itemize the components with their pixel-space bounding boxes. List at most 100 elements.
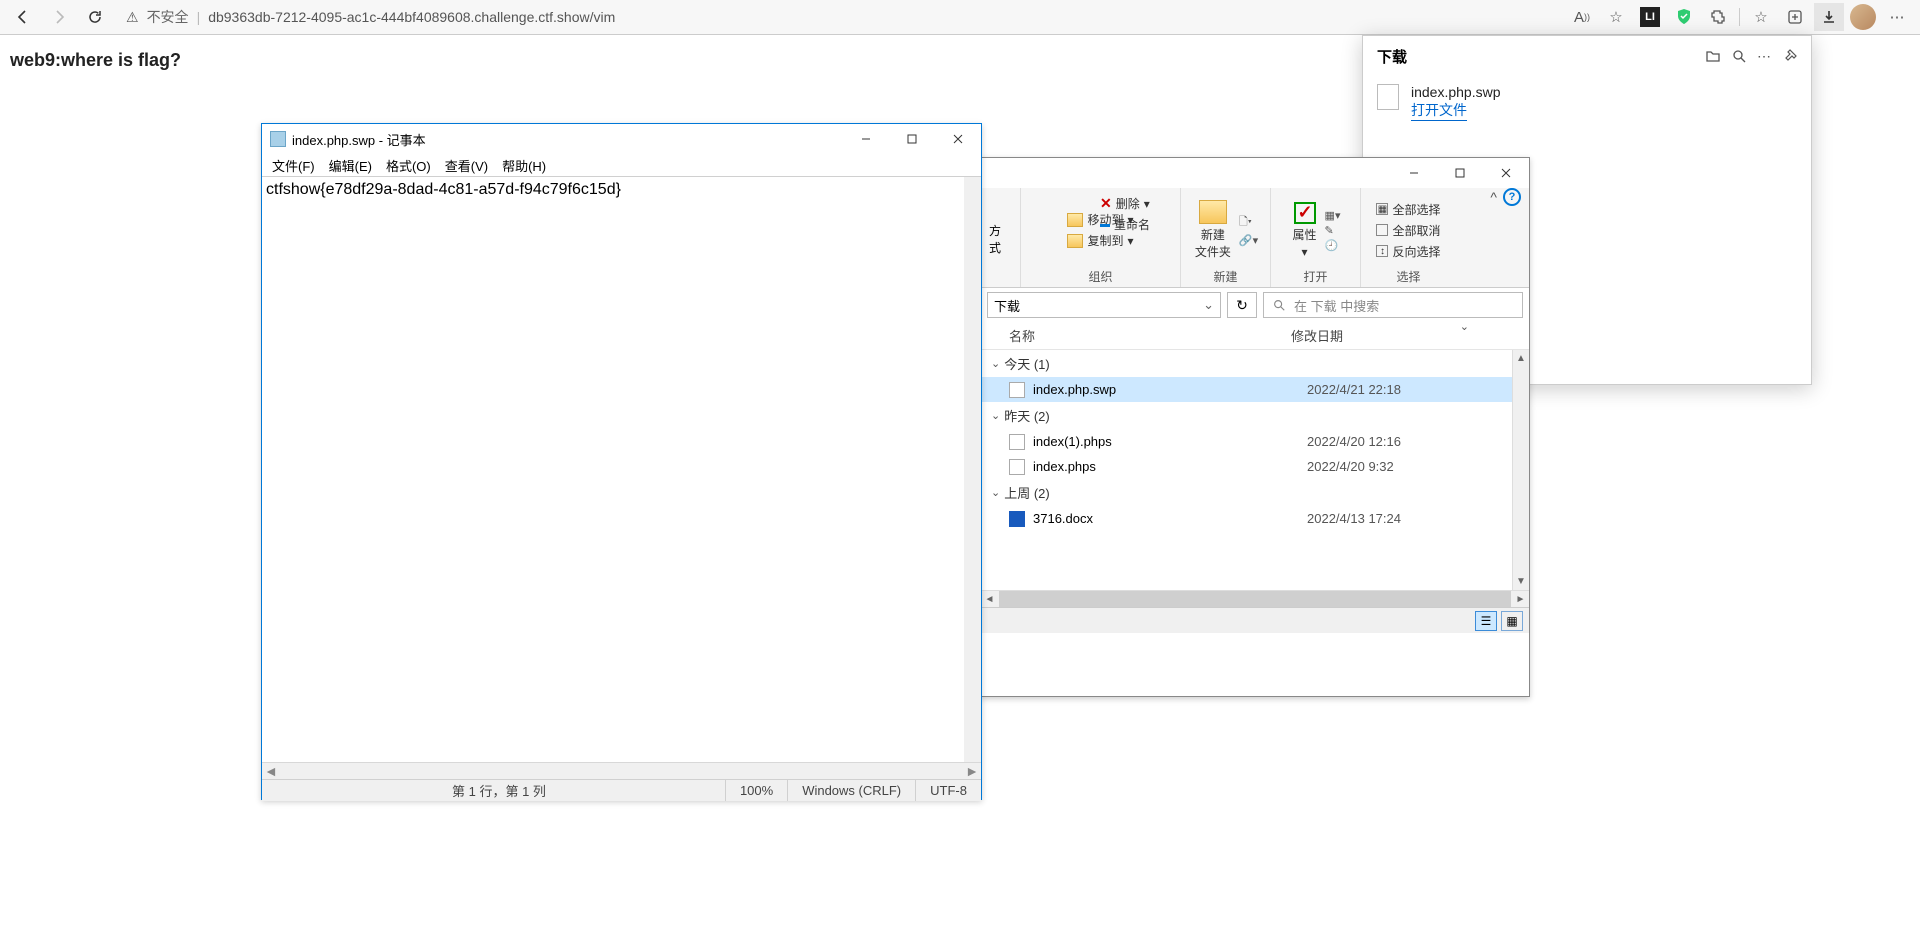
notepad-hscroll[interactable]: ◄► <box>262 762 981 779</box>
download-file-name: index.php.swp <box>1411 84 1501 100</box>
notepad-title: index.php.swp - 记事本 <box>292 130 426 149</box>
refresh-button[interactable] <box>80 3 110 31</box>
rename-button[interactable]: ▬重命名 <box>1099 215 1151 234</box>
extension-li-icon[interactable]: LI <box>1635 3 1665 31</box>
page-url: db9363db-7212-4095-ac1c-444bf4089608.cha… <box>208 9 615 25</box>
explorer-statusbar: ☰ ▦ <box>981 607 1529 633</box>
file-icon <box>1009 459 1025 475</box>
notepad-content: ctfshow{e78df29a-8dad-4c81-a57d-f94c79f6… <box>266 181 621 198</box>
favorite-icon[interactable]: ☆ <box>1601 3 1631 31</box>
explorer-ribbon: 方式 移动到 ▾ 复制到 ▾ ✕删除 ▾ ▬重命名 组织 新建 文件夹 🗋▾ 🔗… <box>981 188 1529 288</box>
explorer-close[interactable] <box>1483 158 1529 188</box>
file-icon <box>1377 84 1399 110</box>
select-none-button[interactable]: 全部取消 <box>1375 221 1441 240</box>
file-name: 3716.docx <box>1033 511 1299 526</box>
column-name[interactable]: 名称 <box>981 326 1291 345</box>
downloads-title: 下载 <box>1377 46 1407 67</box>
view-details-button[interactable]: ☰ <box>1475 611 1497 631</box>
new-folder-button[interactable]: 新建 文件夹 <box>1193 198 1233 262</box>
explorer-vscroll[interactable]: ▲▼ <box>1512 350 1529 590</box>
view-icons-button[interactable]: ▦ <box>1501 611 1523 631</box>
menu-format[interactable]: 格式(O) <box>380 155 437 176</box>
file-row[interactable]: 3716.docx 2022/4/13 17:24 <box>981 506 1529 531</box>
explorer-help[interactable]: ^? <box>1490 188 1521 206</box>
read-aloud-icon[interactable]: A)) <box>1567 3 1597 31</box>
explorer-hscroll[interactable]: ◄► <box>981 590 1529 607</box>
file-group[interactable]: ⌄上周 (2) <box>981 479 1529 506</box>
notepad-minimize[interactable] <box>843 124 889 154</box>
notepad-menu: 文件(F) 编辑(E) 格式(O) 查看(V) 帮助(H) <box>262 154 981 176</box>
properties-button[interactable]: 属性▾ <box>1291 200 1319 261</box>
explorer-window: ^? 方式 移动到 ▾ 复制到 ▾ ✕删除 ▾ ▬重命名 组织 新建 文件夹 🗋… <box>980 157 1530 697</box>
notepad-close[interactable] <box>935 124 981 154</box>
forward-button[interactable] <box>44 3 74 31</box>
explorer-refresh[interactable]: ↻ <box>1227 292 1257 318</box>
status-position: 第 1 行，第 1 列 <box>262 780 726 801</box>
status-zoom: 100% <box>726 780 788 801</box>
shield-icon[interactable] <box>1669 3 1699 31</box>
browser-toolbar: ⚠ 不安全 | db9363db-7212-4095-ac1c-444bf408… <box>0 0 1920 35</box>
explorer-maximize[interactable] <box>1437 158 1483 188</box>
menu-help[interactable]: 帮助(H) <box>496 155 552 176</box>
new-item-icon[interactable]: 🗋▾ <box>1239 213 1258 232</box>
edit-icon[interactable]: ✎ <box>1325 224 1341 237</box>
file-name: index.phps <box>1033 459 1299 474</box>
word-icon <box>1009 511 1025 527</box>
profile-avatar[interactable] <box>1848 3 1878 31</box>
file-date: 2022/4/13 17:24 <box>1307 511 1467 526</box>
file-row[interactable]: index.php.swp2022/4/21 22:18 <box>981 377 1529 402</box>
new-shortcut-icon[interactable]: 🔗▾ <box>1239 234 1258 247</box>
downloads-folder-icon[interactable] <box>1705 48 1721 65</box>
column-chevron-icon[interactable]: ⌄ <box>1460 320 1469 333</box>
address-bar[interactable]: ⚠ 不安全 | db9363db-7212-4095-ac1c-444bf408… <box>116 7 1561 27</box>
toolbar-right: A)) ☆ LI ☆ ⋯ <box>1567 3 1912 31</box>
notepad-window: index.php.swp - 记事本 文件(F) 编辑(E) 格式(O) 查看… <box>261 123 982 800</box>
collections-icon[interactable] <box>1780 3 1810 31</box>
explorer-file-list: ▲▼ ⌄今天 (1)index.php.swp2022/4/21 22:18⌄昨… <box>981 350 1529 590</box>
file-name: index(1).phps <box>1033 434 1299 449</box>
extensions-icon[interactable] <box>1703 3 1733 31</box>
insecure-label: 不安全 <box>147 7 189 27</box>
menu-edit[interactable]: 编辑(E) <box>323 155 378 176</box>
file-icon <box>1009 434 1025 450</box>
select-all-button[interactable]: ▦全部选择 <box>1375 200 1441 219</box>
open-list-icon[interactable]: ▦▾ <box>1325 209 1341 222</box>
explorer-search[interactable]: 在 下载 中搜索 <box>1263 292 1523 318</box>
downloads-pin-icon[interactable] <box>1781 48 1797 65</box>
column-date[interactable]: 修改日期 <box>1291 326 1441 345</box>
menu-view[interactable]: 查看(V) <box>439 155 494 176</box>
explorer-address-row: 下载 ⌄ ↻ 在 下载 中搜索 <box>981 288 1529 322</box>
file-group[interactable]: ⌄昨天 (2) <box>981 402 1529 429</box>
downloads-search-icon[interactable] <box>1731 48 1747 65</box>
notepad-icon <box>270 131 286 147</box>
file-name: index.php.swp <box>1033 382 1299 397</box>
notepad-titlebar[interactable]: index.php.swp - 记事本 <box>262 124 981 154</box>
favorites-bar-icon[interactable]: ☆ <box>1746 3 1776 31</box>
explorer-minimize[interactable] <box>1391 158 1437 188</box>
back-button[interactable] <box>8 3 38 31</box>
delete-button[interactable]: ✕删除 ▾ <box>1099 194 1151 213</box>
explorer-columns[interactable]: 名称 修改日期 ⌄ <box>981 322 1529 350</box>
downloads-button[interactable] <box>1814 3 1844 31</box>
status-eol: Windows (CRLF) <box>788 780 916 801</box>
warning-icon: ⚠ <box>126 9 139 26</box>
more-menu-icon[interactable]: ⋯ <box>1882 3 1912 31</box>
notepad-textarea[interactable]: ctfshow{e78df29a-8dad-4c81-a57d-f94c79f6… <box>262 176 981 762</box>
history-icon[interactable]: 🕘 <box>1325 239 1341 252</box>
downloads-more-icon[interactable]: ⋯ <box>1757 48 1771 65</box>
download-item[interactable]: index.php.swp 打开文件 <box>1363 76 1811 129</box>
notepad-statusbar: 第 1 行，第 1 列 100% Windows (CRLF) UTF-8 <box>262 779 981 801</box>
explorer-titlebar[interactable] <box>981 158 1529 188</box>
file-row[interactable]: index.phps 2022/4/20 9:32 <box>981 454 1529 479</box>
file-date: 2022/4/20 9:32 <box>1307 459 1467 474</box>
file-date: 2022/4/20 12:16 <box>1307 434 1467 449</box>
invert-select-button[interactable]: ↕反向选择 <box>1375 242 1441 261</box>
notepad-maximize[interactable] <box>889 124 935 154</box>
file-group[interactable]: ⌄今天 (1) <box>981 350 1529 377</box>
explorer-path[interactable]: 下载 ⌄ <box>987 292 1221 318</box>
menu-file[interactable]: 文件(F) <box>266 155 321 176</box>
file-icon <box>1009 382 1025 398</box>
file-row[interactable]: index(1).phps 2022/4/20 12:16 <box>981 429 1529 454</box>
download-open-file[interactable]: 打开文件 <box>1411 100 1467 121</box>
status-enc: UTF-8 <box>916 780 981 801</box>
